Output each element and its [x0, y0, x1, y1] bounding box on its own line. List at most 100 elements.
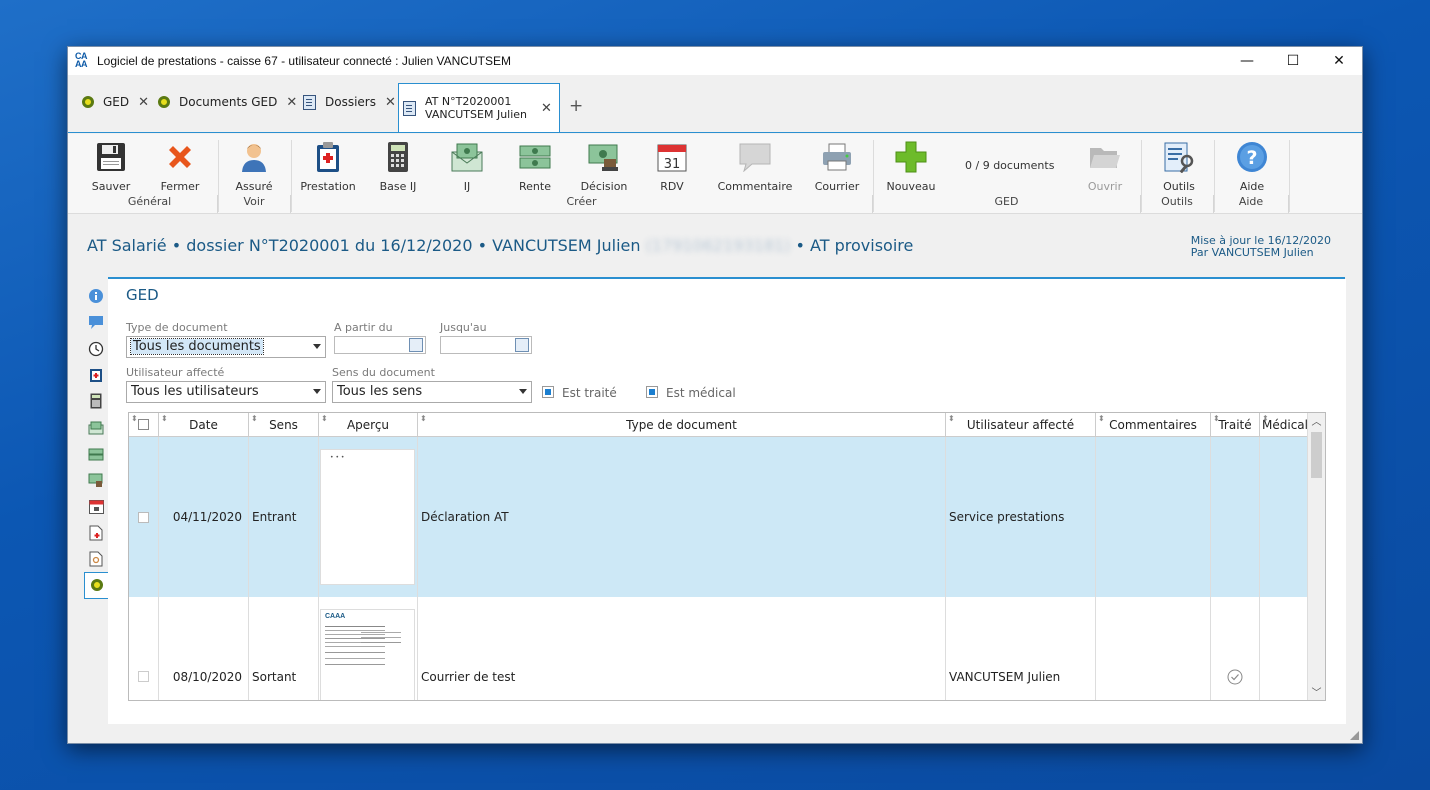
scroll-down-icon[interactable]: ﹀ — [1308, 684, 1325, 700]
aide-button[interactable]: ? Aide — [1217, 140, 1287, 193]
tab-label: GED — [103, 95, 130, 109]
ribbon-label: Ouvrir — [1087, 180, 1123, 193]
tab-documents-ged[interactable]: Documents GED ✕ — [158, 87, 297, 117]
tab-dossiers[interactable]: Dossiers ✕ — [303, 87, 396, 117]
ribbon-label: RDV — [660, 180, 684, 193]
sort-icon: ⬍ — [161, 414, 168, 423]
side-comment-icon[interactable] — [84, 309, 108, 335]
est-traite-checkbox[interactable] — [542, 386, 554, 398]
tab-ged[interactable]: GED ✕ — [82, 87, 149, 117]
maximize-button[interactable]: ☐ — [1270, 47, 1316, 75]
side-prestation-icon[interactable] — [84, 362, 108, 388]
update-user: Par VANCUTSEM Julien — [1190, 246, 1314, 259]
side-history-clock-icon[interactable] — [84, 336, 108, 362]
table-scrollbar[interactable]: ︿ ﹀ — [1307, 413, 1325, 700]
table-row[interactable]: 04/11/2020 Entrant • • • Déclaration AT … — [129, 437, 1307, 597]
est-traite-label: Est traité — [562, 386, 617, 400]
nouveau-button[interactable]: Nouveau — [876, 140, 946, 193]
tab-close-icon[interactable]: ✕ — [138, 95, 149, 110]
column-utilisateur[interactable]: ⬍ Utilisateur affecté — [946, 413, 1096, 437]
table-row[interactable]: 08/10/2020 Sortant CAAA Courrier de test… — [129, 597, 1310, 700]
add-tab-button[interactable]: + — [569, 96, 583, 116]
est-medical-checkbox[interactable] — [646, 386, 658, 398]
ribbon-toolbar: Sauver Fermer Assuré Prestation Base IJ — [68, 134, 1362, 214]
column-apercu[interactable]: ⬍ Aperçu — [319, 413, 418, 437]
prestation-button[interactable]: Prestation — [293, 140, 363, 193]
tab-close-icon[interactable]: ✕ — [541, 101, 552, 116]
sort-icon: ⬍ — [251, 414, 258, 423]
document-preview-thumbnail[interactable]: CAAA — [320, 609, 415, 700]
folder-book-icon — [303, 94, 316, 110]
side-medical-doc-icon[interactable] — [84, 520, 108, 546]
select-all-checkbox[interactable] — [138, 419, 149, 430]
side-document-search-icon[interactable] — [84, 546, 108, 572]
column-type[interactable]: ⬍ Type de document — [418, 413, 946, 437]
column-date[interactable]: ⬍ Date — [159, 413, 249, 437]
side-info-icon[interactable] — [84, 283, 108, 309]
ribbon-label: Rente — [519, 180, 551, 193]
ribbon-label: Prestation — [300, 180, 356, 193]
side-ged-dot-icon[interactable] — [84, 572, 108, 599]
cell-traite — [1211, 437, 1260, 597]
help-question-icon: ? — [1217, 140, 1287, 174]
ribbon-label: Courrier — [814, 180, 860, 193]
printer-icon — [802, 140, 872, 174]
type-document-value: Tous les documents — [130, 338, 264, 355]
column-medical[interactable]: ⬍ Médical — [1260, 413, 1310, 437]
tab-close-icon[interactable]: ✕ — [286, 95, 297, 110]
ribbon-label: IJ — [463, 180, 471, 193]
cell-sens: Entrant — [249, 437, 319, 597]
row-checkbox[interactable] — [138, 670, 149, 682]
courrier-button[interactable]: Courrier — [802, 140, 872, 193]
assure-button[interactable]: Assuré — [219, 140, 289, 193]
user-select[interactable]: Tous les utilisateurs — [126, 381, 326, 403]
from-date-input[interactable] — [334, 336, 426, 354]
comment-bubble-icon — [714, 140, 796, 174]
document-preview-thumbnail[interactable]: • • • — [320, 449, 415, 585]
side-banknotes-icon[interactable] — [84, 441, 108, 467]
side-calendar-icon[interactable] — [84, 493, 108, 519]
dossier-header: AT Salarié • dossier N°T2020001 du 16/12… — [68, 215, 1362, 277]
ged-panel-title: GED — [126, 286, 159, 304]
side-calculator-icon[interactable] — [84, 388, 108, 414]
to-date-input[interactable] — [440, 336, 532, 354]
decision-button[interactable]: Décision — [569, 140, 639, 193]
column-commentaires[interactable]: ⬍ Commentaires — [1096, 413, 1211, 437]
est-medical-label: Est médical — [666, 386, 736, 400]
resize-grip-icon[interactable] — [1350, 731, 1359, 740]
sort-icon[interactable]: ⬍ — [131, 413, 138, 431]
fermer-button[interactable]: Fermer — [145, 140, 215, 193]
column-sens[interactable]: ⬍ Sens — [249, 413, 319, 437]
column-traite[interactable]: ⬍ Traité — [1211, 413, 1260, 437]
ged-panel: GED Type de document Tous les documents … — [108, 279, 1346, 724]
type-document-select[interactable]: Tous les documents — [126, 336, 326, 358]
outils-button[interactable]: Outils — [1144, 140, 1214, 193]
sens-select[interactable]: Tous les sens — [332, 381, 532, 403]
sort-icon: ⬍ — [1213, 414, 1220, 423]
rdv-button[interactable]: 31 RDV — [637, 140, 707, 193]
plus-add-icon — [876, 140, 946, 174]
commentaire-button[interactable]: Commentaire — [714, 140, 796, 193]
ribbon-label: Aide — [1239, 180, 1265, 193]
side-money-envelope-icon[interactable] — [84, 414, 108, 440]
tab-close-icon[interactable]: ✕ — [385, 95, 396, 110]
calendar-picker-icon[interactable] — [409, 338, 423, 352]
cell-medical — [1260, 597, 1310, 700]
sort-icon: ⬍ — [1098, 414, 1105, 423]
row-checkbox[interactable] — [138, 511, 149, 523]
ouvrir-button[interactable]: Ouvrir — [1070, 140, 1140, 193]
side-decision-icon[interactable] — [84, 467, 108, 493]
close-window-button[interactable]: ✕ — [1316, 47, 1362, 75]
checkmark-circle-icon — [1227, 669, 1243, 685]
scroll-up-icon[interactable]: ︿ — [1308, 413, 1325, 429]
ged-dot-icon — [82, 96, 94, 108]
sauver-button[interactable]: Sauver — [76, 140, 146, 193]
select-all-column: ⬍ — [129, 413, 159, 437]
scrollbar-thumb[interactable] — [1311, 432, 1322, 478]
ij-button[interactable]: IJ — [432, 140, 502, 193]
calendar-picker-icon[interactable] — [515, 338, 529, 352]
rente-button[interactable]: Rente — [500, 140, 570, 193]
tab-at-dossier[interactable]: AT N°T2020001 VANCUTSEM Julien ✕ — [398, 83, 560, 132]
minimize-button[interactable]: — — [1224, 47, 1270, 75]
base-ij-button[interactable]: Base IJ — [363, 140, 433, 193]
